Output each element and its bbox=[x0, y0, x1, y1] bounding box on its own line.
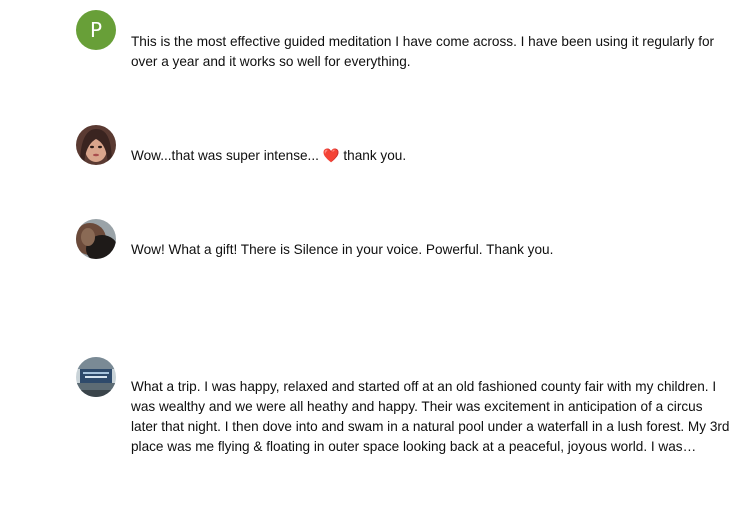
avatar[interactable] bbox=[76, 219, 116, 259]
comment-text: Wow! What a gift! There is Silence in yo… bbox=[131, 242, 554, 257]
user-photo-icon bbox=[76, 125, 116, 165]
comment-text-part: thank you. bbox=[339, 148, 407, 163]
heart-icon: ❤️ bbox=[322, 148, 340, 163]
avatar-letter: P bbox=[89, 18, 103, 42]
avatar[interactable] bbox=[76, 357, 116, 397]
user-photo-icon bbox=[76, 219, 116, 259]
comment-text: What a trip. I was happy, relaxed and st… bbox=[131, 379, 730, 454]
comment-text: This is the most effective guided medita… bbox=[131, 34, 715, 69]
avatar[interactable]: P bbox=[76, 10, 116, 50]
user-logo-icon bbox=[76, 357, 116, 397]
comment-text-part: Wow...that was super intense... bbox=[131, 148, 323, 163]
avatar[interactable] bbox=[76, 125, 116, 165]
comment-text: Wow...that was super intense... ❤️ thank… bbox=[131, 146, 731, 166]
